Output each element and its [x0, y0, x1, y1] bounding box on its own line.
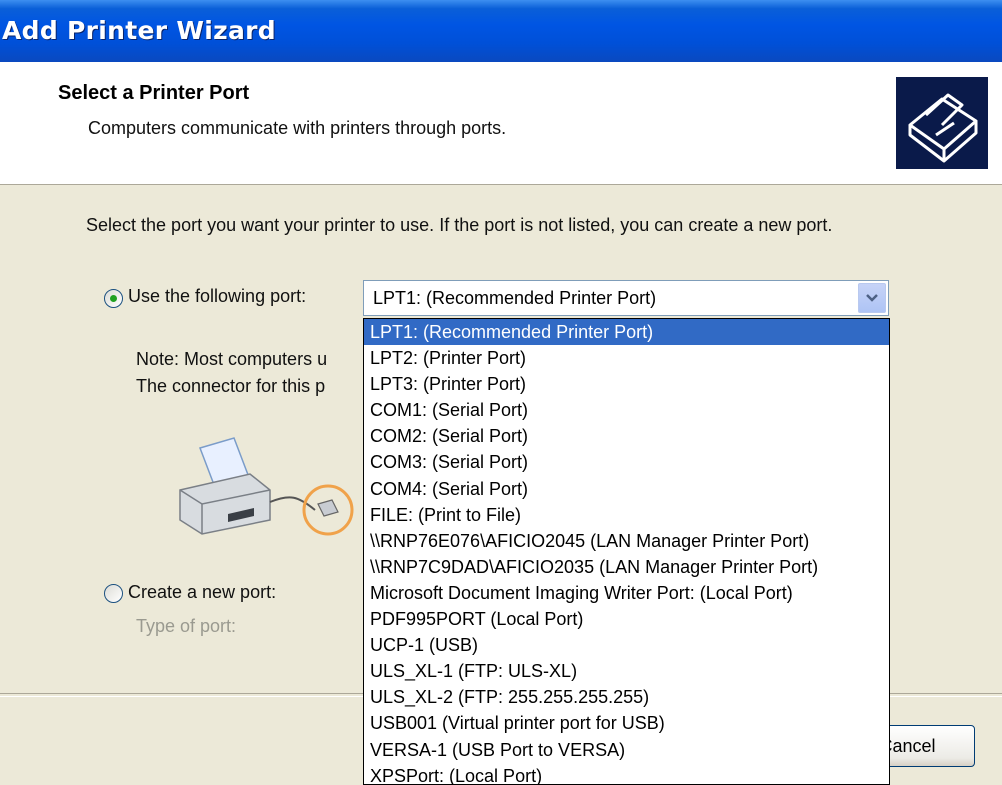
dropdown-option[interactable]: UCP-1 (USB) [364, 632, 889, 658]
radio-selected-dot [110, 295, 117, 302]
dropdown-option[interactable]: USB001 (Virtual printer port for USB) [364, 710, 889, 736]
dropdown-option[interactable]: \\RNP7C9DAD\AFICIO2035 (LAN Manager Prin… [364, 554, 889, 580]
printer-wizard-icon [896, 77, 988, 169]
instruction-text: Select the port you want your printer to… [86, 215, 833, 235]
dropdown-option[interactable]: COM1: (Serial Port) [364, 397, 889, 423]
dropdown-option[interactable]: XPSPort: (Local Port) [364, 763, 889, 784]
use-port-radio[interactable] [104, 289, 123, 308]
port-select[interactable]: LPT1: (Recommended Printer Port) [363, 280, 889, 316]
printer-connector-illustration [170, 430, 370, 550]
note-line-1: Note: Most computers u [136, 349, 328, 369]
dropdown-option[interactable]: FILE: (Print to File) [364, 502, 889, 528]
dropdown-option[interactable]: COM4: (Serial Port) [364, 476, 889, 502]
dropdown-option[interactable]: COM2: (Serial Port) [364, 423, 889, 449]
dropdown-option[interactable]: VERSA-1 (USB Port to VERSA) [364, 737, 889, 763]
create-port-radio[interactable] [104, 584, 123, 603]
dropdown-option[interactable]: LPT1: (Recommended Printer Port) [364, 319, 889, 346]
window-title: Add Printer Wizard [2, 16, 276, 45]
page-subtitle: Computers communicate with printers thro… [88, 118, 507, 138]
dropdown-option[interactable]: COM3: (Serial Port) [364, 449, 889, 475]
dropdown-option[interactable]: PDF995PORT (Local Port) [364, 606, 889, 632]
dropdown-option[interactable]: ULS_XL-2 (FTP: 255.255.255.255) [364, 684, 889, 710]
chevron-down-icon[interactable] [858, 283, 886, 313]
dropdown-option[interactable]: ULS_XL-1 (FTP: ULS-XL) [364, 658, 889, 684]
dropdown-option[interactable]: LPT3: (Printer Port) [364, 371, 889, 397]
note-line-2: The connector for this p [136, 376, 326, 396]
use-port-label[interactable]: Use the following port: [128, 286, 306, 307]
title-bar[interactable]: Add Printer Wizard [0, 0, 1002, 62]
type-of-port-label: Type of port: [136, 616, 237, 636]
port-dropdown-list[interactable]: LPT1: (Recommended Printer Port) LPT2: (P… [363, 318, 890, 785]
wizard-header: Select a Printer Port Computers communic… [0, 62, 1002, 185]
page-title: Select a Printer Port [58, 82, 250, 104]
dropdown-option[interactable]: \\RNP76E076\AFICIO2045 (LAN Manager Prin… [364, 528, 889, 554]
port-select-value: LPT1: (Recommended Printer Port) [373, 288, 657, 308]
note-text: Note: Most computers u The connector for… [136, 346, 327, 400]
dropdown-option[interactable]: Microsoft Document Imaging Writer Port: … [364, 580, 889, 606]
dropdown-option[interactable]: LPT2: (Printer Port) [364, 345, 889, 371]
create-port-label[interactable]: Create a new port: [128, 582, 276, 603]
